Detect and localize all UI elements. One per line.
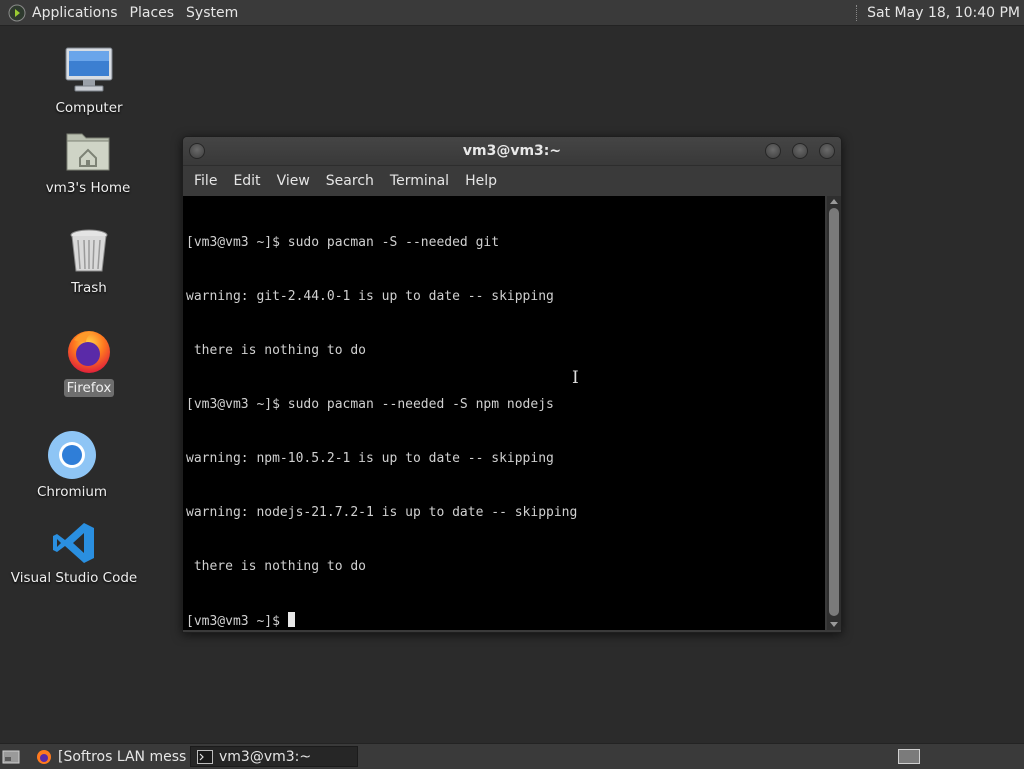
- terminal-line: warning: npm-10.5.2-1 is up to date -- s…: [186, 451, 554, 466]
- close-button[interactable]: [819, 143, 835, 159]
- minimize-button[interactable]: [765, 143, 781, 159]
- terminal-icon: [197, 749, 213, 764]
- desktop-icon-computer[interactable]: Computer: [54, 44, 124, 117]
- show-desktop-button[interactable]: [0, 744, 22, 769]
- taskbar-item-terminal[interactable]: vm3@vm3:~: [190, 746, 358, 767]
- menu-search[interactable]: Search: [318, 173, 382, 189]
- applications-label: Applications: [32, 4, 118, 21]
- applications-menu[interactable]: Applications: [0, 0, 124, 25]
- text-cursor: [287, 612, 295, 627]
- desktop-icon-chromium[interactable]: Chromium: [37, 430, 107, 501]
- maximize-button[interactable]: [792, 143, 808, 159]
- menu-terminal[interactable]: Terminal: [382, 173, 457, 189]
- terminal-scrollbar[interactable]: [827, 196, 841, 630]
- window-title: vm3@vm3:~: [462, 143, 562, 159]
- ibeam-cursor-icon: I: [572, 368, 579, 388]
- terminal-line: warning: nodejs-21.7.2-1 is up to date -…: [186, 505, 578, 520]
- panel-separator: [856, 4, 859, 21]
- chromium-icon: [48, 431, 96, 479]
- window-menu-button[interactable]: [189, 143, 205, 159]
- desktop-icon-label: Firefox: [63, 379, 115, 397]
- desktop-icon-label: vm3's Home: [45, 180, 131, 196]
- terminal-prompt-line: [vm3@vm3 ~]$: [186, 612, 825, 630]
- terminal-line: warning: git-2.44.0-1 is up to date -- s…: [186, 289, 554, 304]
- terminal-line: [vm3@vm3 ~]$ sudo pacman --needed -S npm…: [186, 397, 554, 412]
- scroll-down-arrow-icon[interactable]: [830, 622, 838, 627]
- desktop-icon-label: Visual Studio Code: [10, 570, 138, 586]
- desktop-icon-vscode[interactable]: Visual Studio Code: [11, 520, 137, 587]
- terminal-line: [vm3@vm3 ~]$ sudo pacman -S --needed git: [186, 235, 500, 250]
- home-folder-icon: [66, 133, 110, 171]
- computer-icon: [65, 47, 113, 92]
- taskbar-item-label: [Softros LAN messe...: [58, 748, 186, 765]
- vscode-icon: [53, 523, 94, 563]
- system-menu[interactable]: System: [180, 0, 244, 25]
- terminal-line: there is nothing to do: [186, 343, 367, 358]
- menu-view[interactable]: View: [269, 173, 318, 189]
- taskbar-item-softros[interactable]: [Softros LAN messe...: [30, 746, 186, 767]
- firefox-icon: [37, 749, 51, 764]
- scroll-up-arrow-icon[interactable]: [830, 199, 838, 204]
- desktop-icon-label: Trash: [71, 280, 107, 296]
- menu-edit[interactable]: Edit: [225, 173, 268, 189]
- places-menu[interactable]: Places: [124, 0, 181, 25]
- menu-file[interactable]: File: [186, 173, 225, 189]
- desktop-icon-label: Computer: [55, 100, 123, 116]
- taskbar-item-label: vm3@vm3:~: [219, 748, 312, 765]
- scroll-thumb[interactable]: [829, 208, 839, 616]
- workspace-switcher[interactable]: [898, 749, 920, 764]
- desktop-icon-home[interactable]: vm3's Home: [43, 126, 133, 197]
- terminal-window[interactable]: vm3@vm3:~ File Edit View Search Terminal…: [182, 136, 842, 633]
- firefox-icon: [68, 331, 110, 373]
- clock[interactable]: Sat May 18, 10:40 PM: [867, 5, 1024, 21]
- trash-icon: [70, 229, 108, 272]
- show-desktop-icon: [2, 750, 20, 763]
- bottom-panel: [Softros LAN messe... vm3@vm3:~: [0, 743, 1024, 769]
- terminal-output[interactable]: [vm3@vm3 ~]$ sudo pacman -S --needed git…: [183, 196, 825, 630]
- menu-help[interactable]: Help: [457, 173, 505, 189]
- desktop-icon-firefox[interactable]: Firefox: [54, 326, 124, 397]
- window-titlebar[interactable]: vm3@vm3:~: [183, 137, 841, 166]
- applications-logo-icon: [8, 4, 26, 21]
- terminal-line: there is nothing to do: [186, 559, 367, 574]
- terminal-menubar: File Edit View Search Terminal Help: [183, 166, 841, 196]
- desktop-icon-trash[interactable]: Trash: [54, 226, 124, 297]
- top-panel: Applications Places System Sat May 18, 1…: [0, 0, 1024, 26]
- terminal-prompt: [vm3@vm3 ~]$: [186, 614, 288, 629]
- desktop-icon-label: Chromium: [36, 484, 108, 500]
